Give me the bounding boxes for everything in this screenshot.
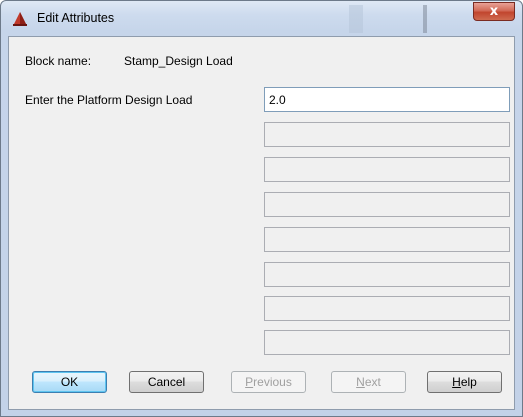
- block-name-label: Block name:: [25, 54, 92, 68]
- next-button[interactable]: Next: [331, 371, 406, 393]
- attribute-value-field-6[interactable]: [264, 262, 510, 287]
- attribute-value-field-8[interactable]: [264, 330, 510, 355]
- attribute-value-field-1[interactable]: [264, 87, 510, 112]
- next-mnemonic: N: [356, 375, 365, 389]
- attribute-prompt-1: Enter the Platform Design Load: [25, 93, 193, 107]
- help-label: elp: [460, 375, 477, 389]
- dialog-content: Block name: Stamp_Design Load Enter the …: [8, 36, 515, 410]
- titlebar-decoration: [349, 5, 363, 33]
- previous-label: revious: [253, 375, 292, 389]
- attribute-value-field-5[interactable]: [264, 227, 510, 252]
- previous-button[interactable]: Previous: [231, 371, 306, 393]
- help-mnemonic: H: [452, 375, 461, 389]
- previous-mnemonic: P: [245, 375, 254, 389]
- help-button[interactable]: Help: [427, 371, 502, 393]
- close-button[interactable]: x: [473, 2, 515, 21]
- autocad-app-icon: [13, 12, 27, 26]
- cancel-button[interactable]: Cancel: [129, 371, 204, 393]
- attribute-value-field-4[interactable]: [264, 192, 510, 217]
- edit-attributes-dialog: Edit Attributes x Block name: Stamp_Desi…: [0, 0, 523, 417]
- title-bar[interactable]: Edit Attributes x: [1, 1, 522, 36]
- attribute-value-input-1[interactable]: [265, 88, 509, 111]
- titlebar-decoration: [423, 5, 427, 33]
- next-label: ext: [364, 375, 381, 389]
- block-name-value: Stamp_Design Load: [124, 54, 233, 68]
- window-title: Edit Attributes: [37, 11, 115, 25]
- attribute-value-field-2[interactable]: [264, 122, 510, 147]
- ok-button[interactable]: OK: [32, 371, 107, 393]
- attribute-value-field-3[interactable]: [264, 157, 510, 182]
- attribute-value-field-7[interactable]: [264, 296, 510, 321]
